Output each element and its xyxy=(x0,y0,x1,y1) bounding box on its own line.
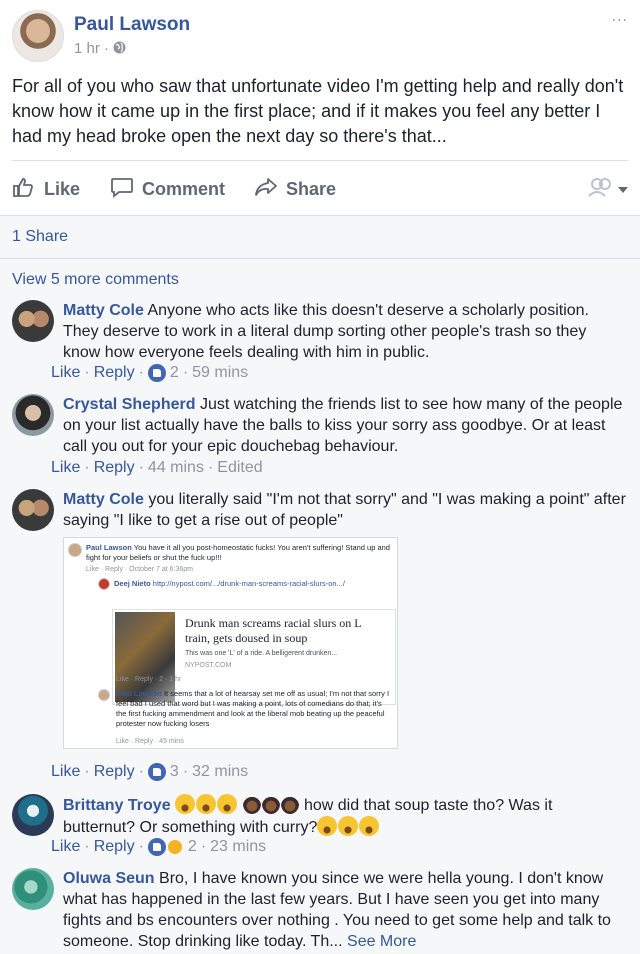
like-link[interactable]: Like xyxy=(51,838,80,856)
share-icon xyxy=(254,176,278,203)
comment-body: Oluwa Seun Bro, I have known you since w… xyxy=(63,868,628,952)
commenter-name[interactable]: Oluwa Seun xyxy=(63,870,155,887)
share-button[interactable]: Share xyxy=(254,176,336,203)
divider xyxy=(12,160,628,161)
laughing-emoji-icon xyxy=(175,794,238,814)
haha-reaction-icon xyxy=(165,838,184,856)
comment-text: you literally said "I'm not that sorry" … xyxy=(63,491,626,529)
see-more-link[interactable]: See More xyxy=(347,933,416,950)
ss-comment: Paul Lawson You have it all you post-hom… xyxy=(86,543,390,562)
avatar xyxy=(98,578,110,590)
reply-link[interactable]: Reply xyxy=(94,763,135,781)
avatar[interactable] xyxy=(12,868,54,910)
comment-time[interactable]: 23 mins xyxy=(210,838,266,856)
comment-body: Crystal Shepherd Just watching the frien… xyxy=(63,394,628,457)
comment-actions: Like · Reply · 2 · 59 mins xyxy=(51,364,249,382)
reply-link[interactable]: Reply xyxy=(94,364,135,382)
divider xyxy=(0,215,640,216)
reaction-count[interactable]: 2 xyxy=(188,838,197,856)
post-meta: 1 hr · xyxy=(74,40,126,57)
avatar xyxy=(98,689,110,701)
girl-emoji-icon xyxy=(242,794,300,814)
laughing-emoji-icon xyxy=(317,816,380,836)
link-title: Drunk man screams racial slurs on L trai… xyxy=(185,616,362,645)
avatar xyxy=(68,543,82,557)
comment-time[interactable]: 59 mins xyxy=(192,364,248,382)
chevron-down-icon xyxy=(618,181,628,199)
post-header: Paul Lawson 1 hr · ... xyxy=(12,8,628,66)
post-time[interactable]: 1 hr xyxy=(74,40,100,57)
comment-icon xyxy=(110,176,134,203)
comment-time[interactable]: 44 mins xyxy=(148,459,204,477)
like-reaction-icon xyxy=(147,763,166,781)
audience-selector[interactable] xyxy=(588,176,628,203)
like-reaction-icon xyxy=(147,364,166,382)
avatar[interactable] xyxy=(12,300,54,342)
link-source: NYPOST.COM xyxy=(185,662,232,669)
divider xyxy=(0,258,640,259)
post-author[interactable]: Paul Lawson xyxy=(74,14,190,36)
ss-meta: Like · Reply · October 7 at 6:36pm xyxy=(86,566,193,573)
reaction-count[interactable]: 2 xyxy=(170,364,179,382)
like-link[interactable]: Like xyxy=(51,364,80,382)
avatar[interactable] xyxy=(12,794,54,836)
friends-icon xyxy=(588,176,614,203)
commenter-name[interactable]: Brittany Troye xyxy=(63,797,171,814)
reaction-count[interactable]: 3 xyxy=(170,763,179,781)
post-text: For all of you who saw that unfortunate … xyxy=(12,76,624,146)
ss-meta: Like · Reply · 2 · 1 hr xyxy=(116,676,182,683)
comment-actions: Like · Reply · 44 mins · Edited xyxy=(51,459,263,477)
like-button[interactable]: Like xyxy=(12,176,80,203)
shares-count[interactable]: 1 Share xyxy=(12,228,68,246)
commenter-name[interactable]: Matty Cole xyxy=(63,491,144,508)
like-link[interactable]: Like xyxy=(51,763,80,781)
comment-body: Brittany Troye how did that soup taste t… xyxy=(63,794,628,838)
thumbs-up-icon xyxy=(12,176,36,203)
commenter-name[interactable]: Matty Cole xyxy=(63,302,144,319)
comment-button[interactable]: Comment xyxy=(110,176,225,203)
comment-actions: Like · Reply · 3 · 32 mins xyxy=(51,763,249,781)
like-reaction-icon xyxy=(147,838,166,856)
comment-body: Matty Cole you literally said "I'm not t… xyxy=(63,489,628,531)
attached-screenshot[interactable]: Paul Lawson You have it all you post-hom… xyxy=(63,537,398,749)
comment-body: Matty Cole Anyone who acts like this doe… xyxy=(63,300,628,363)
edited-label[interactable]: Edited xyxy=(217,459,262,477)
link-description: This was one 'L' of a ride. A belligeren… xyxy=(185,650,338,657)
ss-meta: Like · Reply · 45 mins xyxy=(116,738,184,745)
ss-comment: Paul Lawson It seems that a lot of hears… xyxy=(116,689,390,728)
more-options-icon[interactable]: ... xyxy=(612,8,628,26)
globe-icon xyxy=(113,40,126,57)
view-more-comments-link[interactable]: View 5 more comments xyxy=(12,271,179,289)
reply-link[interactable]: Reply xyxy=(94,838,135,856)
commenter-name[interactable]: Crystal Shepherd xyxy=(63,396,195,413)
comment-actions: Like · Reply · 2 · 23 mins xyxy=(51,838,267,856)
like-link[interactable]: Like xyxy=(51,459,80,477)
comment-time[interactable]: 32 mins xyxy=(192,763,248,781)
reply-link[interactable]: Reply xyxy=(94,459,135,477)
post-actions: Like Comment Share xyxy=(12,170,628,206)
avatar[interactable] xyxy=(12,394,54,436)
ss-comment: Deej Nieto http://nypost.com/.../drunk-m… xyxy=(114,579,345,588)
author-avatar[interactable] xyxy=(12,10,64,62)
avatar[interactable] xyxy=(12,489,54,531)
